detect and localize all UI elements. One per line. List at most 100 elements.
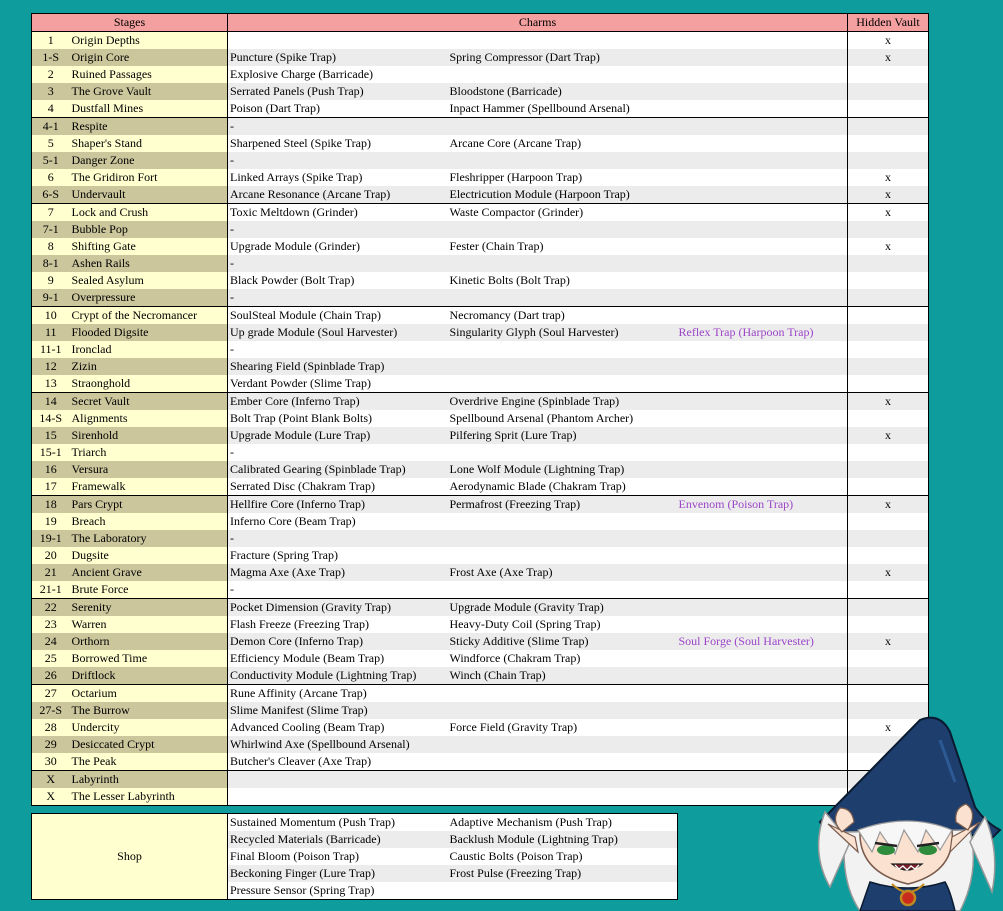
shop-charm-cell: Sustained Momentum (Push Trap) [227, 813, 448, 831]
stage-name: The Gridiron Fort [69, 169, 228, 186]
table-row: 29 Desiccated Crypt Whirlwind Axe (Spellbo… [31, 736, 929, 753]
table-row: 25 Borrowed Time Efficiency Module (Beam T… [31, 650, 929, 667]
table-row: 28 Undercity Advanced Cooling (Beam Trap) F… [31, 719, 929, 736]
stage-name: The Burrow [69, 702, 228, 719]
charm-cell: SoulSteal Module (Chain Trap) [227, 306, 448, 324]
charm-cell: Toxic Meltdown (Grinder) [227, 203, 448, 221]
stage-name: Dustfall Mines [69, 100, 228, 118]
table-row: 19 Breach Inferno Core (Beam Trap) [31, 513, 929, 530]
table-row: 18 Pars Crypt Hellfire Core (Inferno Trap)… [31, 495, 929, 513]
hidden-vault-mark: x [847, 392, 929, 410]
charm-cell-extra [676, 581, 848, 599]
stage-number: 22 [31, 598, 70, 616]
stage-name: Sirenhold [69, 427, 228, 444]
charm-cell: Sharpened Steel (Spike Trap) [227, 135, 448, 152]
shop-row: Shop Sustained Momentum (Push Trap) Adapti… [31, 813, 678, 900]
stage-number: 7-1 [31, 221, 70, 238]
stage-number: X [31, 788, 70, 806]
table-row: 27 Octarium Rune Affinity (Arcane Trap) [31, 684, 929, 702]
stage-name: Undervault [69, 186, 228, 204]
hidden-vault-mark [847, 410, 929, 427]
charm-cell: Conductivity Module (Lightning Trap) [227, 667, 448, 685]
stage-number: 27 [31, 684, 70, 702]
charm-cell: Efficiency Module (Beam Trap) [227, 650, 448, 667]
charm-cell: Serrated Panels (Push Trap) [227, 83, 448, 100]
charm-cell-extra: Soul Forge (Soul Harvester) [676, 633, 848, 650]
header-charms: Charms [227, 13, 848, 32]
stage-number: 21-1 [31, 581, 70, 599]
hidden-vault-mark [847, 513, 929, 530]
table-row: 1 Origin Depths x [31, 31, 929, 49]
stage-name: Crypt of the Necromancer [69, 306, 228, 324]
table-row: X The Lesser Labyrinth [31, 788, 929, 806]
hidden-vault-mark [847, 530, 929, 547]
table-row: 4 Dustfall Mines Poison (Dart Trap) Inpact … [31, 100, 929, 118]
charm-cell: Black Powder (Bolt Trap) [227, 272, 448, 289]
shop-charm-cell: Final Bloom (Poison Trap) [227, 848, 448, 865]
charm-cell: Waste Compactor (Grinder) [447, 203, 677, 221]
stage-name: Straonghold [69, 375, 228, 393]
table-row: 27-S The Burrow Slime Manifest (Slime Trap… [31, 702, 929, 719]
hidden-vault-mark [847, 684, 929, 702]
charm-cell: Demon Core (Inferno Trap) [227, 633, 448, 650]
charm-cell: Calibrated Gearing (Spinblade Trap) [227, 461, 448, 478]
stage-name: Bubble Pop [69, 221, 228, 238]
charm-cell [447, 375, 677, 393]
charm-cell [447, 444, 677, 461]
table-row: 4-1 Respite - [31, 117, 929, 135]
stage-number: 14-S [31, 410, 70, 427]
stage-name: Octarium [69, 684, 228, 702]
stage-number: 12 [31, 358, 70, 375]
stage-name: Origin Depths [69, 31, 228, 49]
shop-charm-cell: Adaptive Mechanism (Push Trap) [447, 813, 678, 831]
stage-number: X [31, 770, 70, 788]
charm-cell-extra [676, 100, 848, 118]
charm-cell-extra [676, 598, 848, 616]
charm-cell [447, 152, 677, 169]
charm-cell: Aerodynamic Blade (Chakram Trap) [447, 478, 677, 496]
charm-cell: Verdant Powder (Slime Trap) [227, 375, 448, 393]
table-row: 21-1 Brute Force - [31, 581, 929, 599]
charm-cell: - [227, 530, 448, 547]
stage-name: Overpressure [69, 289, 228, 307]
stage-name: The Peak [69, 753, 228, 771]
charm-cell: Linked Arrays (Spike Trap) [227, 169, 448, 186]
charm-cell: Spring Compressor (Dart Trap) [447, 49, 677, 66]
table-row: 23 Warren Flash Freeze (Freezing Trap) Heav… [31, 616, 929, 633]
charm-cell [447, 530, 677, 547]
charm-cell-extra [676, 186, 848, 204]
charm-cell-extra [676, 169, 848, 186]
stage-name: Versura [69, 461, 228, 478]
charm-cell-extra [676, 667, 848, 685]
charm-cell [227, 788, 448, 806]
charm-cell: Butcher's Cleaver (Axe Trap) [227, 753, 448, 771]
table-row: 8 Shifting Gate Upgrade Module (Grinder) Fe… [31, 238, 929, 255]
shop-charm-cell [447, 882, 678, 900]
stage-number: 30 [31, 753, 70, 771]
charm-cell: Frost Axe (Axe Trap) [447, 564, 677, 581]
hidden-vault-mark [847, 100, 929, 118]
hidden-vault-mark: x [847, 564, 929, 581]
charm-cell: - [227, 221, 448, 238]
hidden-vault-mark [847, 117, 929, 135]
charm-cell-extra [676, 152, 848, 169]
charm-cell: Pilfering Sprit (Lure Trap) [447, 427, 677, 444]
stage-name: The Lesser Labyrinth [69, 788, 228, 806]
stage-name: Borrowed Time [69, 650, 228, 667]
hidden-vault-mark [847, 478, 929, 496]
stage-number: 9 [31, 272, 70, 289]
table-row: 9-1 Overpressure - [31, 289, 929, 307]
charm-cell-extra: Envenom (Poison Trap) [676, 495, 848, 513]
hidden-vault-mark: x [847, 203, 929, 221]
table-row: X Labyrinth [31, 770, 929, 788]
stage-number: 26 [31, 667, 70, 685]
stage-number: 23 [31, 616, 70, 633]
charm-cell-extra [676, 444, 848, 461]
charm-cell: Arcane Resonance (Arcane Trap) [227, 186, 448, 204]
table-row: 14 Secret Vault Ember Core (Inferno Trap) O… [31, 392, 929, 410]
charm-cell: Fester (Chain Trap) [447, 238, 677, 255]
table-row: 9 Sealed Asylum Black Powder (Bolt Trap) Ki… [31, 272, 929, 289]
charm-cell-extra [676, 66, 848, 83]
stage-name: Origin Core [69, 49, 228, 66]
charm-cell: Whirlwind Axe (Spellbound Arsenal) [227, 736, 448, 753]
